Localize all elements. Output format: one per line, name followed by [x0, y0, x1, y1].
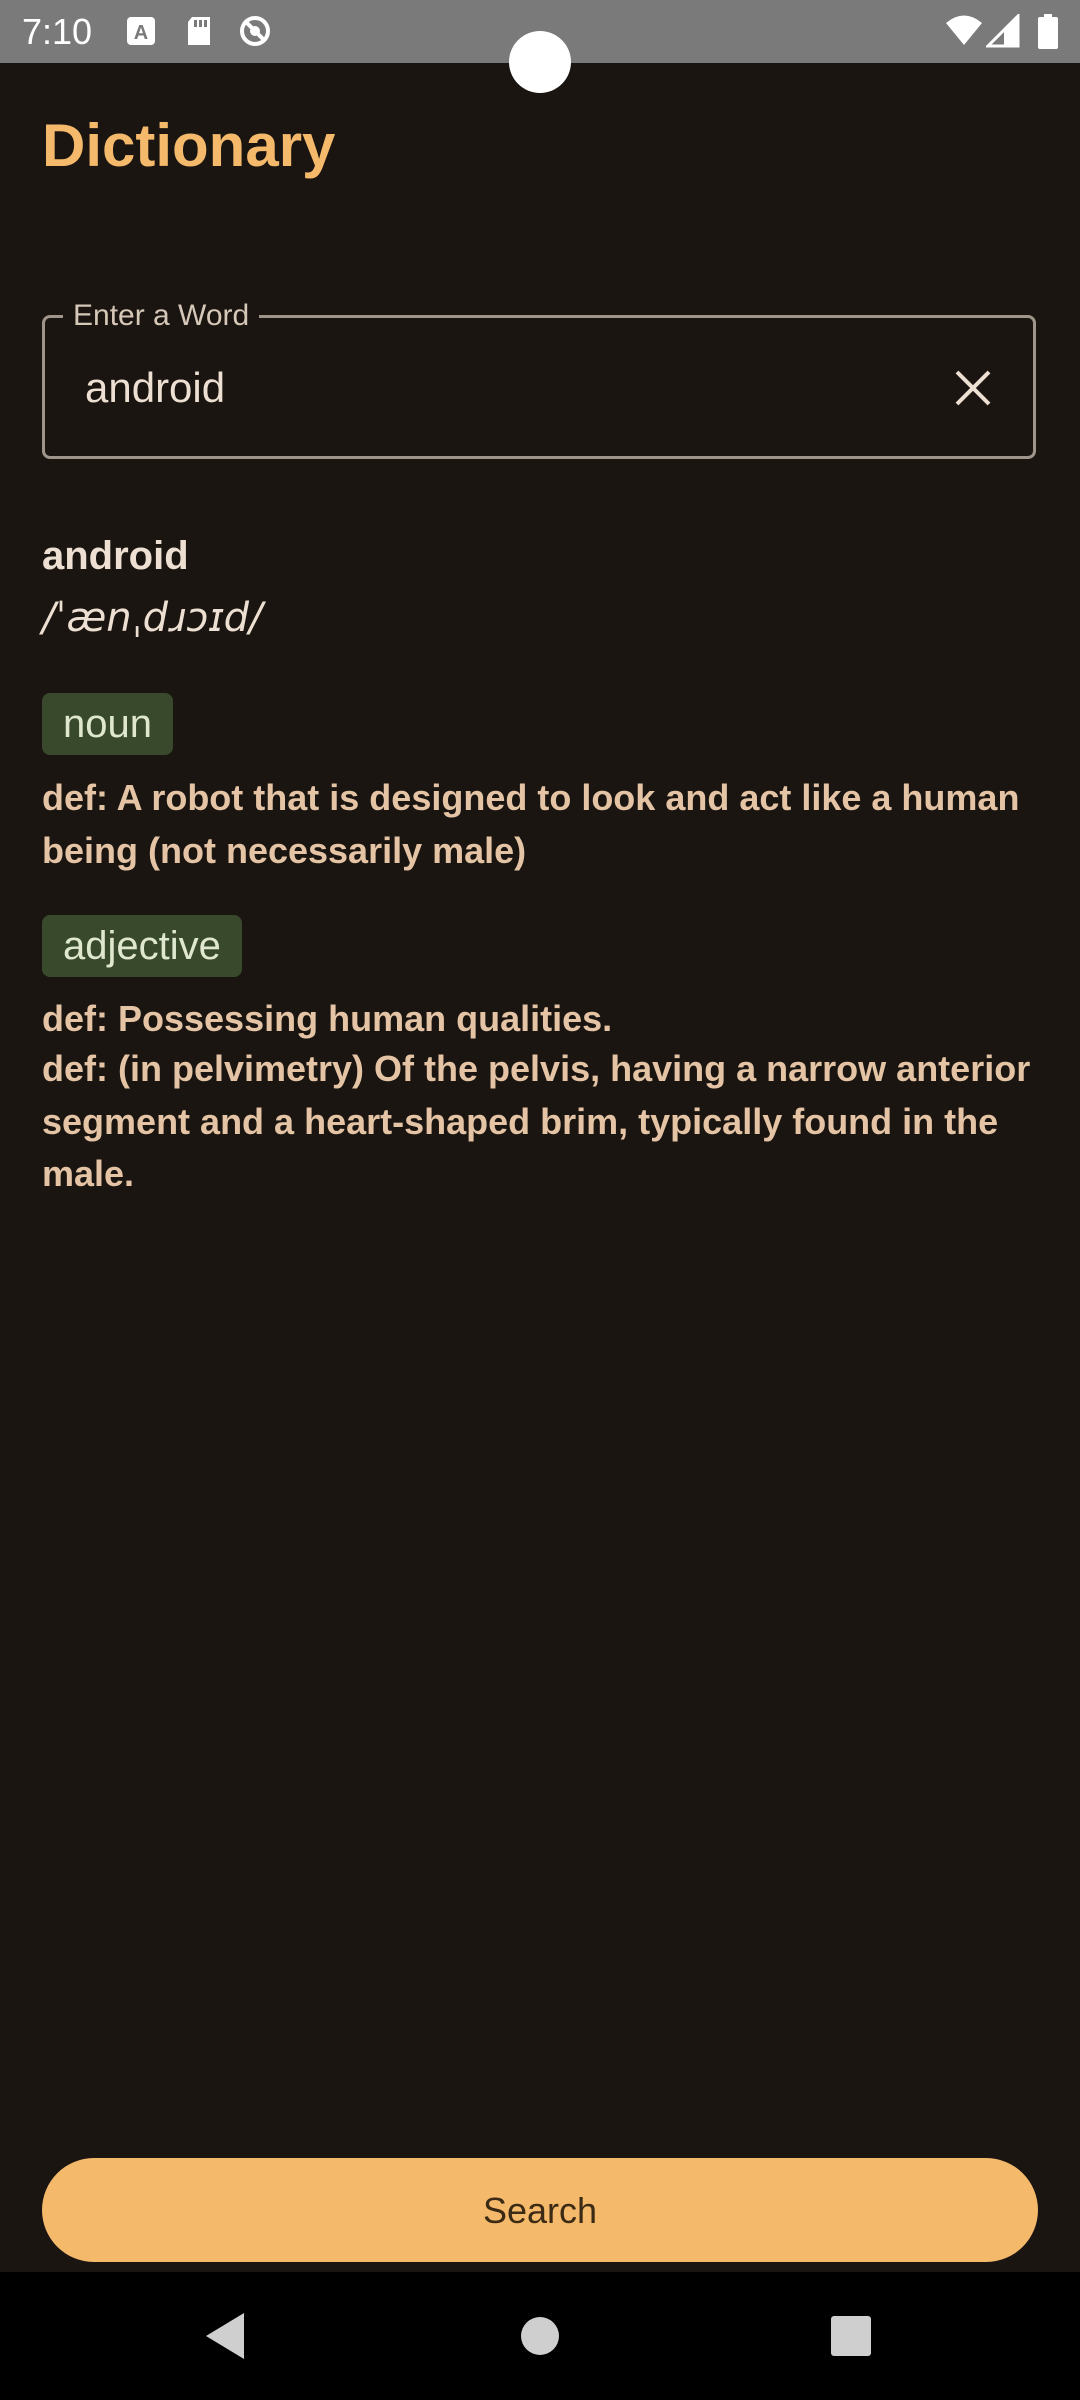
word-input[interactable] — [85, 358, 945, 418]
cell-signal-icon — [984, 12, 1020, 48]
part-of-speech-badge: noun — [42, 693, 173, 755]
result-word: android — [42, 534, 189, 578]
clear-button[interactable] — [943, 358, 1003, 418]
recents-square-icon — [831, 2316, 871, 2356]
wifi-icon — [944, 14, 984, 48]
a-box-icon: A — [124, 14, 158, 48]
sd-card-icon — [182, 14, 216, 48]
search-button[interactable]: Search — [42, 2158, 1038, 2262]
definition-list: def: Possessing human qualities. def: (i… — [42, 995, 1042, 1201]
camera-cutout — [509, 31, 571, 93]
word-input-field[interactable]: Enter a Word — [42, 296, 1036, 459]
definition: def: A robot that is designed to look an… — [42, 777, 1020, 871]
app-title: Dictionary — [42, 112, 336, 179]
close-icon — [955, 370, 991, 406]
home-circle-icon — [521, 2317, 559, 2355]
recents-button[interactable] — [811, 2296, 891, 2376]
definition: def: Possessing human qualities. — [42, 998, 613, 1039]
home-button[interactable] — [500, 2296, 580, 2376]
svg-text:A: A — [134, 22, 148, 44]
navigation-bar — [0, 2272, 1080, 2400]
no-sync-icon — [238, 14, 272, 48]
back-button[interactable] — [186, 2296, 266, 2376]
battery-icon — [1036, 14, 1060, 49]
definition-list: def: A robot that is designed to look an… — [42, 772, 1042, 877]
part-of-speech-badge: adjective — [42, 915, 242, 977]
word-input-label: Enter a Word — [63, 296, 260, 336]
definition: def: (in pelvimetry) Of the pelvis, havi… — [42, 1048, 1031, 1194]
status-time: 7:10 — [22, 11, 93, 52]
result-phonetic: /ˈænˌdɹɔɪd/ — [42, 595, 263, 641]
back-triangle-icon — [206, 2313, 244, 2359]
status-bar: 7:10 A — [0, 0, 1080, 93]
app-screen: 7:10 A Dictionary Enter a Word android a… — [0, 0, 1080, 2400]
